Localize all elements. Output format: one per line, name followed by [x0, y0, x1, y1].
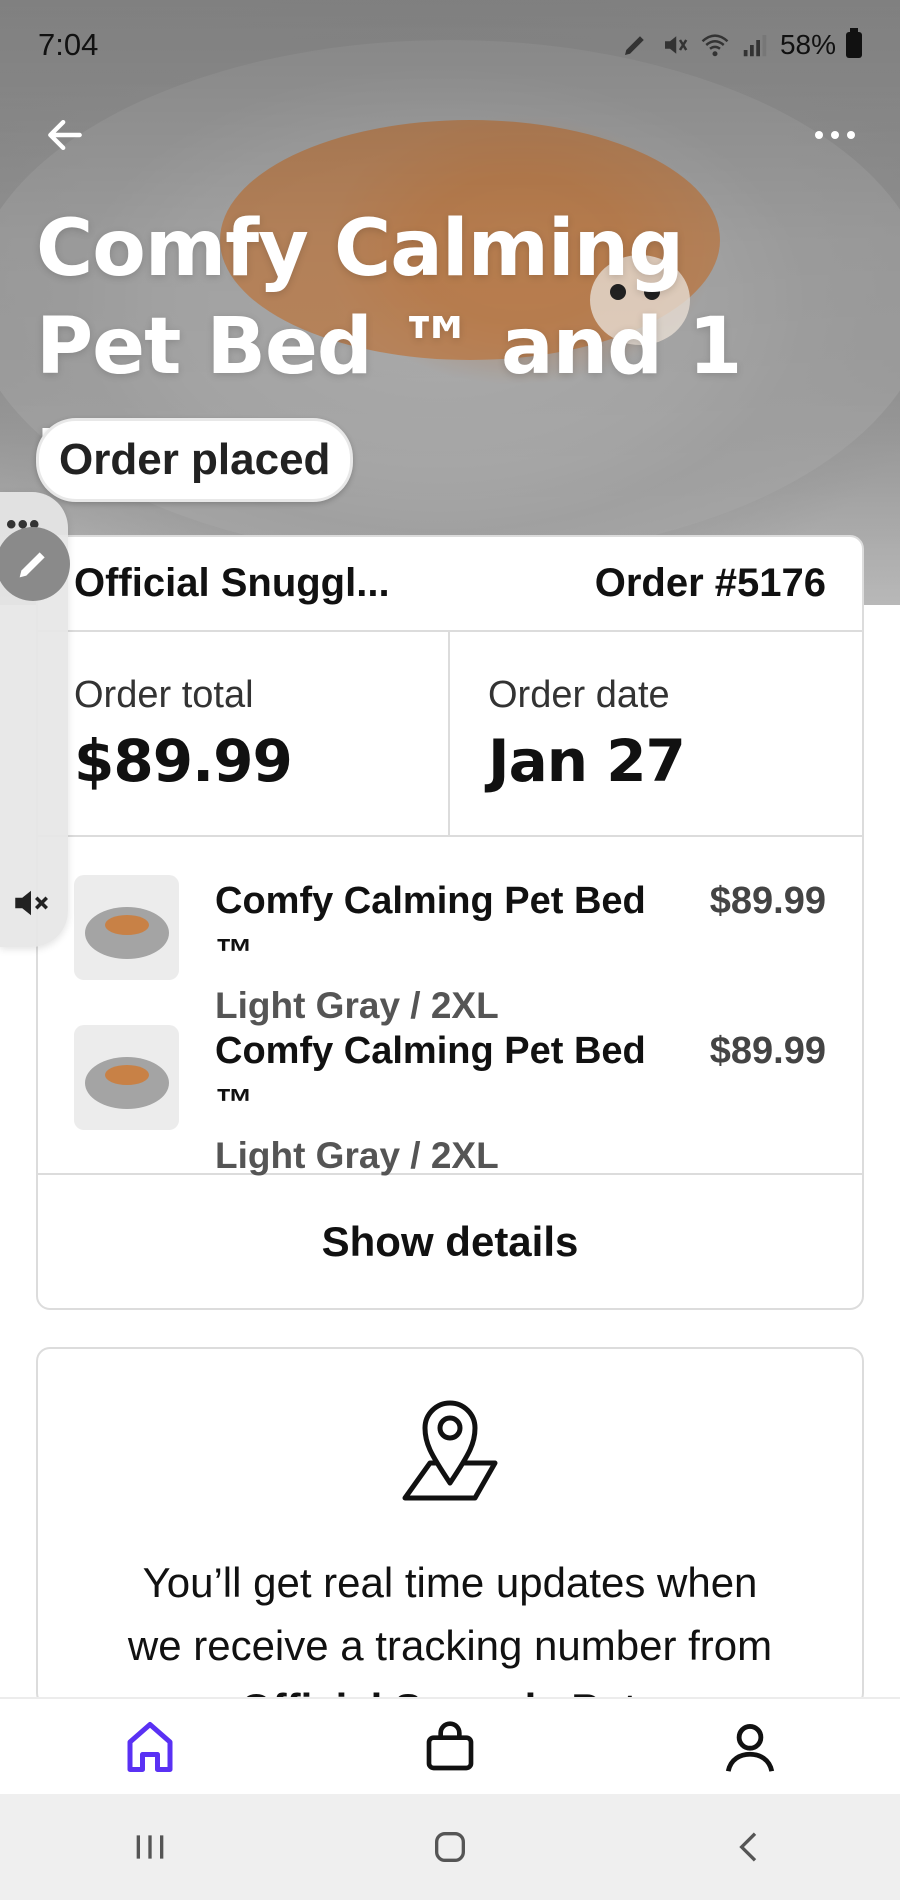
- status-indicators: 58%: [620, 28, 862, 61]
- order-date-value: Jan 27: [488, 727, 686, 795]
- mute-status-icon: [664, 36, 688, 54]
- tracking-info-card: You’ll get real time updates when we rec…: [36, 1347, 864, 1707]
- home-icon: [127, 1721, 173, 1772]
- tracking-message: You’ll get real time updates when we rec…: [38, 1551, 862, 1705]
- bottom-navigation: [0, 1697, 900, 1794]
- order-items-list: Comfy Calming Pet Bed ™ Light Gray / 2XL…: [38, 837, 862, 1176]
- recents-icon: [136, 1835, 164, 1859]
- user-icon: [725, 1723, 775, 1772]
- pencil-status-icon: [624, 36, 644, 55]
- tab-account[interactable]: [690, 1702, 810, 1792]
- battery-percent: 58%: [779, 29, 836, 60]
- battery-icon: [846, 28, 862, 58]
- mute-toggle-button[interactable]: [10, 882, 52, 929]
- more-options-button[interactable]: [810, 110, 860, 160]
- arrow-left-icon: [48, 119, 82, 151]
- order-status-badge: Order placed: [36, 418, 354, 502]
- product-price: $89.99: [709, 880, 826, 922]
- tab-orders[interactable]: [390, 1702, 510, 1792]
- top-navigation: [0, 100, 900, 170]
- system-back-button[interactable]: [695, 1807, 805, 1887]
- wifi-status-icon: [701, 34, 729, 57]
- home-button[interactable]: [395, 1807, 505, 1887]
- product-title: Comfy Calming Pet Bed ™: [215, 1030, 646, 1124]
- signal-status-icon: [743, 35, 767, 57]
- map-pin-icon: [38, 1383, 862, 1513]
- product-variant: Light Gray / 2XL: [215, 1135, 499, 1176]
- order-number: Order #5176: [594, 561, 826, 605]
- order-total-label: Order total: [74, 674, 254, 716]
- order-card-header: Official Snuggl... Order #5176: [38, 537, 862, 632]
- pencil-edit-button[interactable]: [0, 527, 70, 601]
- order-date-label: Order date: [488, 674, 670, 716]
- product-price: $89.99: [709, 1030, 826, 1072]
- status-bar: 7:04 58%: [0, 0, 900, 90]
- recents-button[interactable]: [95, 1807, 205, 1887]
- order-total-value: $89.99: [74, 727, 293, 795]
- back-chevron-icon: [739, 1832, 757, 1862]
- screen-recorder-overlay[interactable]: •••: [0, 492, 70, 947]
- volume-mute-icon: [15, 890, 48, 916]
- order-stats: Order total $89.99 Order date Jan 27: [38, 632, 862, 837]
- list-item[interactable]: Comfy Calming Pet Bed ™ Light Gray / 2XL…: [74, 875, 826, 1026]
- pencil-icon: [19, 552, 45, 578]
- tracking-line-2: we receive a tracking number from: [127, 1622, 773, 1669]
- merchant-name: Official Snuggl...: [74, 561, 390, 605]
- product-title: Comfy Calming Pet Bed ™: [215, 880, 646, 974]
- shopping-bag-icon: [426, 1720, 474, 1770]
- tab-home[interactable]: [90, 1702, 210, 1792]
- home-circle-icon: [435, 1832, 465, 1862]
- product-thumbnail: [74, 1025, 179, 1130]
- show-details-button[interactable]: Show details: [38, 1175, 862, 1308]
- tracking-line-1: You’ll get real time updates when: [142, 1559, 758, 1606]
- order-date-section: Order date Jan 27: [448, 632, 862, 835]
- order-summary-card: Official Snuggl... Order #5176 Order tot…: [36, 535, 864, 1310]
- status-time: 7:04: [38, 27, 99, 62]
- more-horizontal-icon: [815, 131, 855, 139]
- order-total-section: Order total $89.99: [38, 632, 448, 835]
- product-thumbnail: [74, 875, 179, 980]
- list-item[interactable]: Comfy Calming Pet Bed ™ Light Gray / 2XL…: [74, 1025, 826, 1176]
- back-button[interactable]: [40, 110, 90, 160]
- system-navigation-bar: [0, 1794, 900, 1900]
